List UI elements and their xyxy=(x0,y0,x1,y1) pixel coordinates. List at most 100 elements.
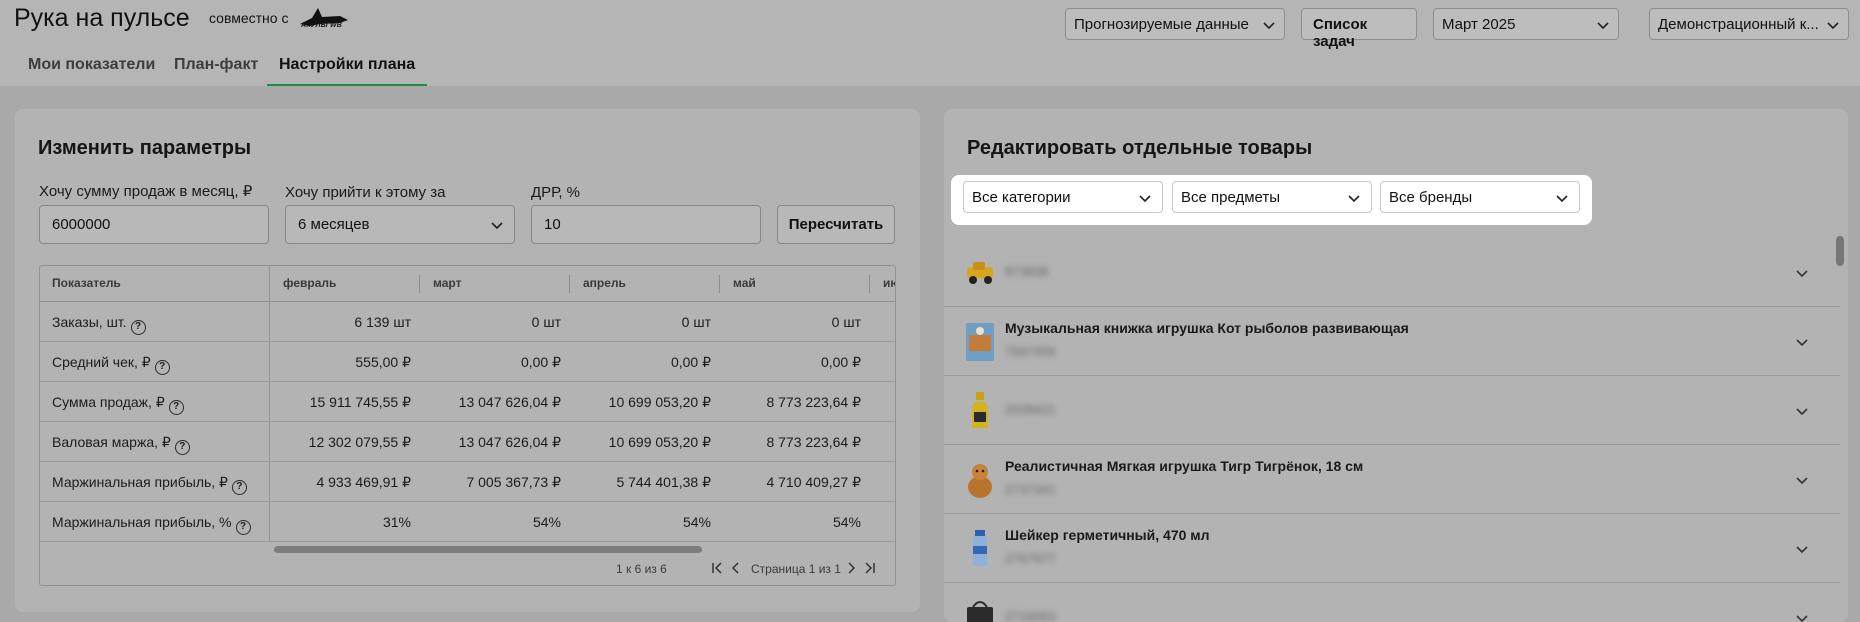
column-header[interactable]: май xyxy=(733,276,756,290)
table-cell: 0 шт xyxy=(681,314,711,330)
table-cell: 0,00 ₽ xyxy=(820,354,861,370)
product-sku: 2028421 xyxy=(1005,402,1056,417)
book-toy-image xyxy=(966,323,994,361)
help-icon[interactable]: ? xyxy=(174,440,190,455)
column-divider xyxy=(419,275,420,293)
chevron-down-icon[interactable] xyxy=(1794,334,1810,350)
column-header[interactable]: март xyxy=(433,276,461,290)
horizontal-scrollbar-thumb[interactable] xyxy=(274,546,702,553)
table-cell: 0,00 ₽ xyxy=(670,354,711,370)
help-icon[interactable]: ? xyxy=(235,520,251,535)
drr-input[interactable]: 10 xyxy=(531,205,761,244)
period-select[interactable]: 6 месяцев xyxy=(285,205,515,244)
tab-plan-fact[interactable]: План-факт xyxy=(162,52,270,86)
table-cell: 0 шт xyxy=(831,314,861,330)
subject-filter-select[interactable]: Все предметы xyxy=(1172,181,1372,213)
next-page-icon[interactable] xyxy=(845,561,857,575)
tab-my-metrics[interactable]: Мои показатели xyxy=(16,52,167,86)
table-row: Валовая маржа, ₽? 12 302 079,55 ₽ 13 047… xyxy=(40,422,895,462)
table-cell: 54% xyxy=(682,514,711,530)
table-cell: 12 302 079,55 ₽ xyxy=(308,434,411,450)
table-cell: 4 933 469,91 ₽ xyxy=(316,474,411,490)
product-list: 873838 Музыкальная книжка игрушка Кот ры… xyxy=(944,238,1848,622)
previous-page-icon[interactable] xyxy=(730,561,742,575)
help-icon[interactable]: ? xyxy=(168,400,184,415)
month-select[interactable]: Март 2025 xyxy=(1433,8,1619,40)
table-row: Средний чек, ₽? 555,00 ₽ 0,00 ₽ 0,00 ₽ 0… xyxy=(40,342,895,382)
table-cell: 0 шт xyxy=(531,314,561,330)
brand-filter-value: Все бренды xyxy=(1389,189,1473,206)
period-select-value: 6 месяцев xyxy=(298,216,370,233)
product-row[interactable]: 2716063 xyxy=(944,583,1840,622)
row-label: Маржинальная прибыль, ₽? xyxy=(52,474,247,495)
row-label: Валовая маржа, ₽? xyxy=(52,434,190,455)
pagination-page: Страница 1 из 1 xyxy=(751,562,841,576)
table-cell: 6 139 шт xyxy=(354,314,411,330)
column-header[interactable]: февраль xyxy=(283,276,336,290)
top-header: Рука на пульсе совместно с АКУЛЫ WB Прог… xyxy=(0,0,1860,86)
recalculate-button[interactable]: Пересчитать xyxy=(777,205,895,244)
last-page-icon[interactable] xyxy=(864,561,876,575)
product-row[interactable]: Музыкальная книжка игрушка Кот рыболов р… xyxy=(944,307,1840,376)
column-header[interactable]: Показатель xyxy=(52,276,121,290)
account-select[interactable]: Демонстрационный к... xyxy=(1649,8,1849,40)
plan-table: Показатель февраль март апрель май ию За… xyxy=(39,265,896,586)
table-cell: 5 744 401,38 ₽ xyxy=(616,474,711,490)
tab-plan-settings[interactable]: Настройки плана xyxy=(267,52,428,86)
product-sku: 873838 xyxy=(1005,264,1049,279)
tiger-toy-image xyxy=(968,464,992,498)
column-header[interactable]: апрель xyxy=(583,276,626,290)
bottle-image xyxy=(972,392,988,428)
table-cell: 4 710 409,27 ₽ xyxy=(766,474,861,490)
partner-label: совместно с xyxy=(209,10,289,26)
chevron-down-icon xyxy=(1827,22,1839,30)
row-label: Средний чек, ₽? xyxy=(52,354,170,375)
help-icon[interactable]: ? xyxy=(231,480,247,495)
table-cell: 555,00 ₽ xyxy=(355,354,411,370)
table-cell: 13 047 626,04 ₽ xyxy=(458,434,561,450)
card-title: Редактировать отдельные товары xyxy=(967,137,1313,159)
product-row[interactable]: Реалистичная Мягкая игрушка Тигр Тигрёно… xyxy=(944,445,1840,514)
product-row[interactable]: Шейкер герметичный, 470 мл 2767977 xyxy=(944,514,1840,583)
shark-logo-icon xyxy=(300,8,348,26)
help-icon[interactable]: ? xyxy=(154,360,170,375)
chevron-down-icon[interactable] xyxy=(1794,610,1810,622)
table-cell: 7 005 367,73 ₽ xyxy=(466,474,561,490)
table-cell: 13 047 626,04 ₽ xyxy=(458,394,561,410)
chevron-down-icon[interactable] xyxy=(1794,265,1810,281)
row-label: Заказы, шт.? xyxy=(52,314,146,335)
category-filter-value: Все категории xyxy=(972,189,1071,206)
column-divider xyxy=(719,275,720,293)
brand-filter-select[interactable]: Все бренды xyxy=(1380,181,1580,213)
forecast-select[interactable]: Прогнозируемые данные xyxy=(1065,8,1285,40)
chevron-down-icon xyxy=(1348,195,1360,203)
table-row: Заказы, шт.? 6 139 шт 0 шт 0 шт 0 шт xyxy=(40,302,895,342)
help-icon[interactable]: ? xyxy=(130,320,146,335)
chevron-down-icon[interactable] xyxy=(1794,472,1810,488)
category-filter-select[interactable]: Все категории xyxy=(963,181,1163,213)
row-label: Маржинальная прибыль, %? xyxy=(52,514,251,535)
row-label: Сумма продаж, ₽? xyxy=(52,394,184,415)
table-cell: 10 699 053,20 ₽ xyxy=(608,434,711,450)
sales-label: Хочу сумму продаж в месяц, ₽ xyxy=(39,183,253,200)
change-params-card: Изменить параметры Хочу сумму продаж в м… xyxy=(15,109,920,612)
product-row[interactable]: 873838 xyxy=(944,238,1840,307)
app-title: Рука на пульсе xyxy=(14,4,190,32)
chevron-down-icon xyxy=(1556,195,1568,203)
table-cell: 8 773 223,64 ₽ xyxy=(766,434,861,450)
card-title: Изменить параметры xyxy=(38,137,252,159)
sales-input[interactable]: 6000000 xyxy=(39,205,269,244)
bag-image xyxy=(967,601,993,622)
vertical-scrollbar-thumb[interactable] xyxy=(1836,236,1844,266)
tasks-button[interactable]: Список задач xyxy=(1301,8,1417,50)
chevron-down-icon[interactable] xyxy=(1794,403,1810,419)
product-row[interactable]: 2028421 xyxy=(944,376,1840,445)
period-label: Хочу прийти к этому за xyxy=(285,184,446,201)
chevron-down-icon xyxy=(1263,22,1275,30)
product-sku: 2767977 xyxy=(1005,551,1056,566)
column-header[interactable]: ию xyxy=(883,276,895,290)
chevron-down-icon xyxy=(1597,22,1609,30)
product-name: Музыкальная книжка игрушка Кот рыболов р… xyxy=(1005,320,1409,336)
first-page-icon[interactable] xyxy=(711,561,723,575)
chevron-down-icon[interactable] xyxy=(1794,541,1810,557)
